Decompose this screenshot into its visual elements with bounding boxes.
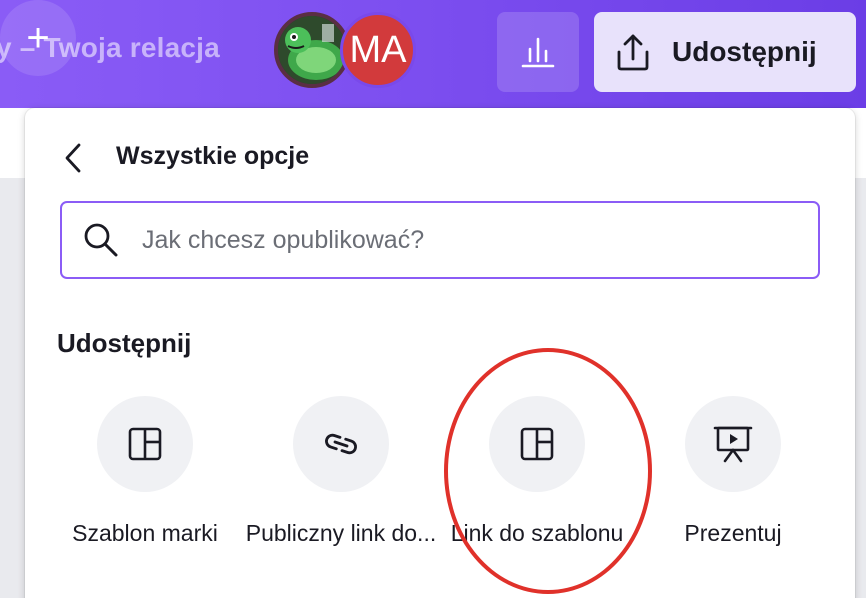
option-icon-circle[interactable] [293,396,389,492]
share-button-label: Udostępnij [672,36,817,67]
share-button[interactable]: Udostępnij [594,12,856,92]
panel-header: Wszystkie opcje [25,136,855,180]
top-bar: y – Twoja relacja MA + Udostępnij [0,0,866,108]
option-label: Szablon marki [72,520,218,546]
template-layout-icon [128,427,162,461]
search-input[interactable] [140,224,764,256]
bar-chart-icon [521,37,555,68]
search-field[interactable] [60,201,820,279]
chevron-left-icon [65,143,81,173]
avatar-ma[interactable]: MA [340,12,416,88]
template-layout-icon [520,427,554,461]
panel-title: Wszystkie opcje [116,142,310,170]
presentation-icon [713,426,753,463]
option-icon-circle[interactable] [685,396,781,492]
option-brand-template[interactable]: Szablon marki [45,396,245,548]
option-present[interactable]: Prezentuj [633,396,833,548]
upload-icon [617,34,649,71]
option-public-link[interactable]: Publiczny link do... [241,396,441,548]
option-label: Prezentuj [684,520,782,546]
option-template-link[interactable]: Link do szablonu [437,396,637,548]
search-icon [82,221,120,259]
option-label: Link do szablonu [450,520,624,546]
option-label: Publiczny link do... [245,520,437,546]
back-button[interactable] [55,140,91,176]
option-icon-circle[interactable] [489,396,585,492]
insights-button[interactable] [497,12,579,92]
turtle-avatar-icon [278,16,346,84]
document-title[interactable]: y – Twoja relacja [0,32,220,64]
avatar-turtle[interactable] [274,12,350,88]
share-panel: Wszystkie opcje Udostępnij Szablon marki [25,108,855,598]
section-title-share: Udostępnij [57,328,192,358]
link-icon [325,433,357,455]
option-icon-circle[interactable] [97,396,193,492]
